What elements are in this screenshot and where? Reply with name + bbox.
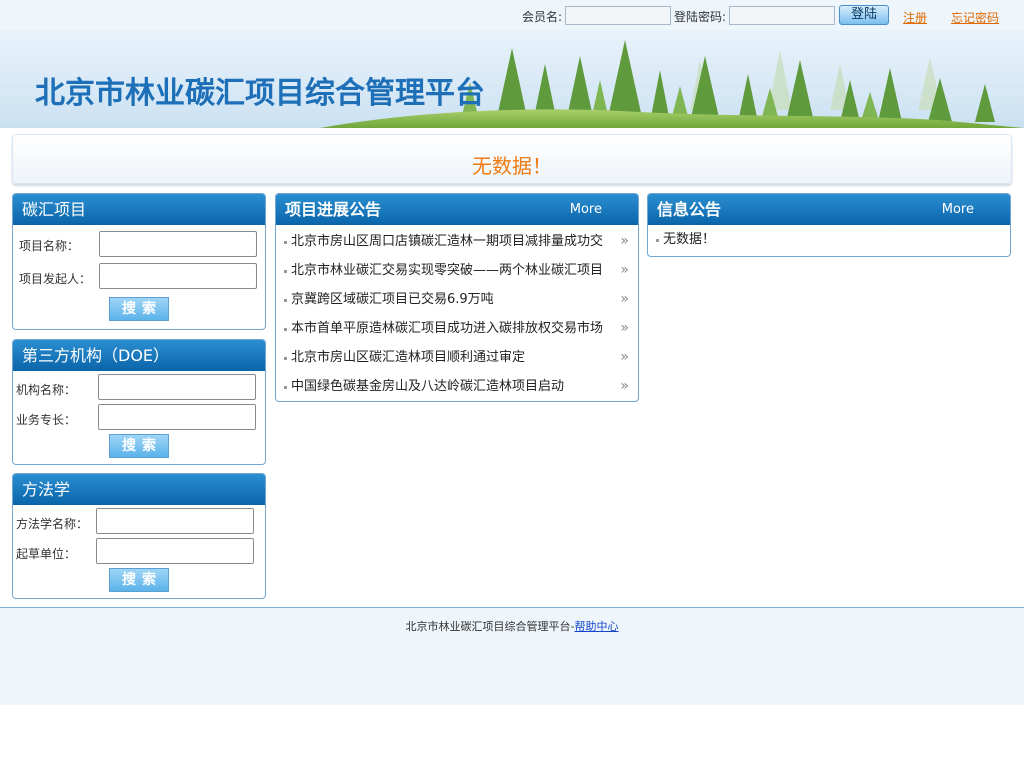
carbon-projects-panel: 碳汇项目 项目名称： 项目发起人： 搜索: [12, 193, 266, 330]
footer-text: 北京市林业碳汇项目综合管理平台-帮助中心: [0, 618, 1024, 634]
password-input[interactable]: [729, 6, 835, 25]
news-title: 本市首单平原造林碳汇项目成功进入碳排放权交易市场: [291, 321, 604, 336]
site-title: 北京市林业碳汇项目综合管理平台: [35, 76, 485, 111]
chevron-right-icon: »: [620, 378, 629, 394]
panel-header: 信息公告 More: [648, 194, 1010, 225]
login-bar: 会员名: 登陆密码: 登陆 注册 忘记密码: [0, 0, 1024, 30]
chevron-right-icon: »: [620, 262, 629, 278]
search-button[interactable]: 搜索: [109, 297, 169, 321]
panel-header: 方法学: [13, 474, 265, 505]
project-name-input[interactable]: [99, 231, 257, 257]
chevron-right-icon: »: [620, 320, 629, 336]
org-name-input[interactable]: [98, 374, 256, 400]
password-label: 登陆密码:: [674, 10, 727, 24]
bullet-icon: [284, 270, 287, 273]
chevron-right-icon: »: [620, 349, 629, 365]
panel-header: 项目进展公告 More: [276, 194, 638, 225]
register-link[interactable]: 注册: [903, 9, 927, 26]
news-item[interactable]: 本市首单平原造林碳汇项目成功进入碳排放权交易市场 »: [276, 314, 638, 343]
info-news-panel: 信息公告 More 无数据！: [647, 193, 1011, 257]
info-text: 无数据！: [663, 232, 716, 247]
panel-title: 碳汇项目: [22, 200, 87, 219]
panel-header: 碳汇项目: [13, 194, 265, 225]
news-item[interactable]: 京冀跨区域碳汇项目已交易6.9万吨 »: [276, 285, 638, 314]
banner: 北京市林业碳汇项目综合管理平台: [0, 30, 1024, 128]
news-title: 中国绿色碳基金房山及八达岭碳汇造林项目启动: [291, 379, 565, 394]
news-item[interactable]: 中国绿色碳基金房山及八达岭碳汇造林项目启动 »: [276, 372, 638, 401]
footer-site-name: 北京市林业碳汇项目综合管理平台-: [405, 620, 575, 633]
project-sponsor-input[interactable]: [99, 263, 257, 289]
specialty-label: 业务专长：: [16, 413, 77, 427]
methodology-panel: 方法学 方法学名称： 起草单位： 搜索: [12, 473, 266, 599]
methodology-name-input[interactable]: [96, 508, 254, 534]
bullet-icon: [656, 239, 659, 242]
panel-header: 第三方机构（DOE）: [13, 340, 265, 371]
panel-title: 方法学: [22, 480, 71, 499]
specialty-input[interactable]: [98, 404, 256, 430]
bullet-icon: [284, 241, 287, 244]
methodology-name-label: 方法学名称：: [16, 517, 89, 531]
drafter-label: 起草单位：: [16, 547, 77, 561]
more-link[interactable]: More: [942, 194, 974, 225]
chevron-right-icon: »: [620, 291, 629, 307]
bullet-icon: [284, 357, 287, 360]
forgot-password-link[interactable]: 忘记密码: [951, 9, 999, 26]
drafter-input[interactable]: [96, 538, 254, 564]
more-link[interactable]: More: [570, 194, 602, 225]
progress-news-panel: 项目进展公告 More 北京市房山区周口店镇碳汇造林一期项目减排量成功交 » 北京…: [275, 193, 639, 402]
notice-strip: 无数据！: [12, 134, 1012, 184]
search-button[interactable]: 搜索: [109, 434, 169, 458]
footer: 北京市林业碳汇项目综合管理平台-帮助中心: [0, 607, 1024, 705]
panel-title: 第三方机构（DOE）: [22, 346, 170, 365]
project-sponsor-label: 项目发起人：: [19, 272, 92, 286]
news-title: 北京市房山区碳汇造林项目顺利通过审定: [291, 350, 526, 365]
project-name-label: 项目名称：: [19, 239, 80, 253]
login-button[interactable]: 登陆: [839, 5, 889, 25]
chevron-right-icon: »: [620, 233, 629, 249]
news-list: 北京市房山区周口店镇碳汇造林一期项目减排量成功交 » 北京市林业碳汇交易实现零突破…: [276, 225, 638, 401]
member-name-label: 会员名:: [522, 10, 563, 24]
panel-title: 信息公告: [657, 200, 722, 219]
help-center-link[interactable]: 帮助中心: [574, 620, 618, 633]
news-title: 北京市林业碳汇交易实现零突破——两个林业碳汇项目: [291, 263, 604, 278]
search-button[interactable]: 搜索: [109, 568, 169, 592]
bullet-icon: [284, 328, 287, 331]
news-title: 京冀跨区域碳汇项目已交易6.9万吨: [291, 292, 494, 307]
member-name-input[interactable]: [565, 6, 671, 25]
doe-panel: 第三方机构（DOE） 机构名称： 业务专长： 搜索: [12, 339, 266, 465]
info-item: 无数据！: [648, 225, 1010, 254]
info-list: 无数据！: [648, 225, 1010, 254]
panel-title: 项目进展公告: [285, 200, 382, 219]
news-item[interactable]: 北京市房山区周口店镇碳汇造林一期项目减排量成功交 »: [276, 227, 638, 256]
bullet-icon: [284, 299, 287, 302]
news-title: 北京市房山区周口店镇碳汇造林一期项目减排量成功交: [291, 234, 604, 249]
org-name-label: 机构名称：: [16, 383, 77, 397]
bullet-icon: [284, 386, 287, 389]
notice-text: 无数据！: [472, 154, 552, 178]
news-item[interactable]: 北京市房山区碳汇造林项目顺利通过审定 »: [276, 343, 638, 372]
news-item[interactable]: 北京市林业碳汇交易实现零突破——两个林业碳汇项目 »: [276, 256, 638, 285]
